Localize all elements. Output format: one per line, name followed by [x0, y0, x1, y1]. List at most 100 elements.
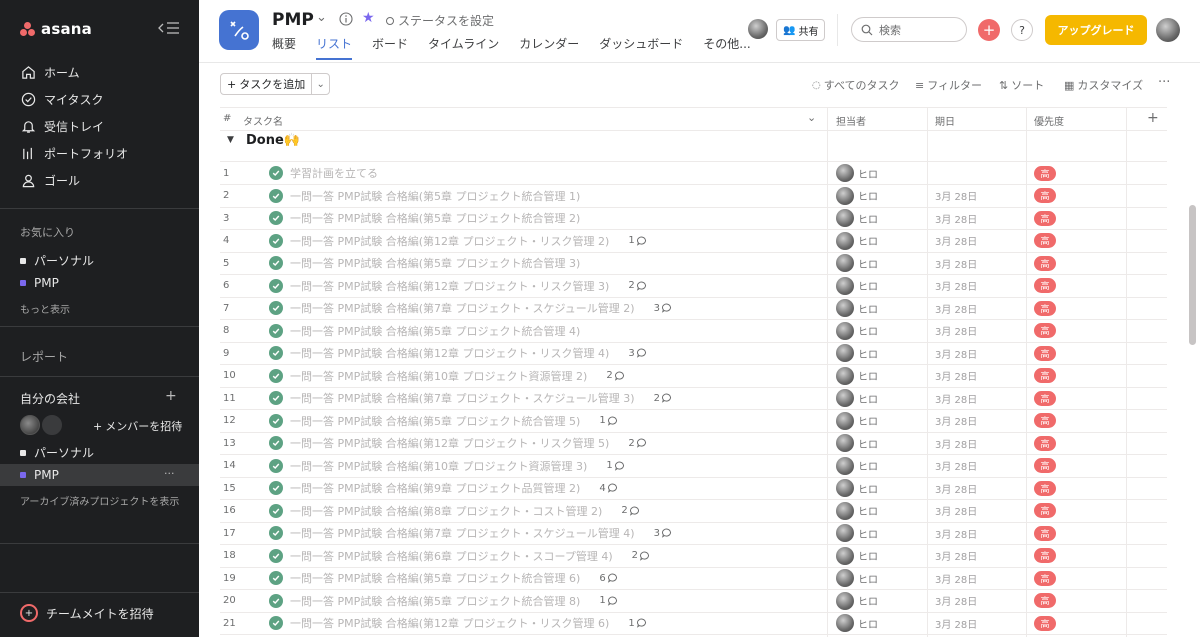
share-button[interactable]: 👥 共有: [776, 19, 826, 41]
priority-cell[interactable]: 高: [1034, 612, 1056, 634]
asana-logo[interactable]: asana: [20, 20, 92, 38]
task-name[interactable]: 一問一答 PMP試験 合格編(第9章 プロジェクト品質管理 2): [290, 480, 580, 496]
comment-count[interactable]: 3: [628, 348, 646, 359]
more-options-icon[interactable]: ···: [1158, 75, 1170, 90]
table-row[interactable]: 9 一問一答 PMP試験 合格編(第12章 プロジェクト・リスク管理 4) 3 ヒロ 3…: [220, 342, 1167, 364]
sidebar-item-goals[interactable]: ゴール: [20, 172, 80, 189]
task-name[interactable]: 一問一答 PMP試験 合格編(第12章 プロジェクト・リスク管理 3): [290, 278, 609, 294]
task-name[interactable]: 学習計画を立てる: [290, 165, 378, 181]
task-name[interactable]: 一問一答 PMP試験 合格編(第10章 プロジェクト資源管理 3): [290, 458, 587, 474]
priority-cell[interactable]: 高: [1034, 230, 1056, 252]
due-date-cell[interactable]: 3月 28日: [935, 545, 977, 567]
assignee-cell[interactable]: ヒロ: [836, 545, 878, 567]
column-header-due-date[interactable]: 期日: [935, 113, 955, 128]
assignee-cell[interactable]: ヒロ: [836, 612, 878, 634]
filter-button[interactable]: ≡ フィルター: [915, 77, 982, 93]
task-name-cell[interactable]: 一問一答 PMP試験 合格編(第7章 プロジェクト・スケジュール管理 3) 2: [269, 387, 672, 409]
assignee-cell[interactable]: ヒロ: [836, 297, 878, 319]
due-date-cell[interactable]: 3月 28日: [935, 320, 977, 342]
table-row[interactable]: 1 学習計画を立てる ヒロ 高: [220, 162, 1167, 184]
assignee-cell[interactable]: ヒロ: [836, 230, 878, 252]
column-header-priority[interactable]: 優先度: [1034, 113, 1064, 128]
comment-count[interactable]: 6: [599, 573, 617, 584]
set-status-button[interactable]: ステータスを設定: [386, 12, 494, 29]
due-date-cell[interactable]: 3月 28日: [935, 207, 977, 229]
table-row[interactable]: 2 一問一答 PMP試験 合格編(第5章 プロジェクト統合管理 1) ヒロ 3月 28…: [220, 185, 1167, 207]
project-options-icon[interactable]: ···: [164, 467, 175, 480]
due-date-cell[interactable]: 3月 28日: [935, 230, 977, 252]
task-name-cell[interactable]: 一問一答 PMP試験 合格編(第5章 プロジェクト統合管理 3): [269, 252, 580, 274]
priority-cell[interactable]: 高: [1034, 320, 1056, 342]
table-row[interactable]: 20 一問一答 PMP試験 合格編(第5章 プロジェクト統合管理 8) 1 ヒロ 3月 …: [220, 590, 1167, 612]
project-title[interactable]: PMP: [272, 10, 314, 30]
priority-cell[interactable]: 高: [1034, 500, 1056, 522]
priority-cell[interactable]: 高: [1034, 297, 1056, 319]
completed-check-icon[interactable]: [269, 211, 283, 225]
priority-cell[interactable]: 高: [1034, 567, 1056, 589]
add-task-button[interactable]: + タスクを追加 ⌄: [220, 73, 331, 95]
sidebar-item-home[interactable]: ホーム: [20, 64, 80, 81]
tab-board[interactable]: ボード: [372, 34, 408, 60]
table-row[interactable]: 8 一問一答 PMP試験 合格編(第5章 プロジェクト統合管理 4) ヒロ 3月 28…: [220, 320, 1167, 342]
table-row[interactable]: 17 一問一答 PMP試験 合格編(第7章 プロジェクト・スケジュール管理 4) 3…: [220, 522, 1167, 544]
task-name-cell[interactable]: 一問一答 PMP試験 合格編(第12章 プロジェクト・リスク管理 5) 2: [269, 432, 647, 454]
table-row[interactable]: 13 一問一答 PMP試験 合格編(第12章 プロジェクト・リスク管理 5) 2 ヒロ…: [220, 432, 1167, 454]
table-row[interactable]: 19 一問一答 PMP試験 合格編(第5章 プロジェクト統合管理 6) 6 ヒロ 3月 …: [220, 567, 1167, 589]
comment-count[interactable]: 1: [606, 460, 624, 471]
assignee-cell[interactable]: ヒロ: [836, 567, 878, 589]
priority-cell[interactable]: 高: [1034, 455, 1056, 477]
assignee-cell[interactable]: ヒロ: [836, 320, 878, 342]
comment-count[interactable]: 2: [606, 370, 624, 381]
sidebar-item-inbox[interactable]: 受信トレイ: [20, 118, 104, 135]
table-row[interactable]: 12 一問一答 PMP試験 合格編(第5章 プロジェクト統合管理 5) 1 ヒロ 3月 …: [220, 410, 1167, 432]
comment-count[interactable]: 1: [628, 235, 646, 246]
table-row[interactable]: 18 一問一答 PMP試験 合格編(第6章 プロジェクト・スコープ管理 4) 2 ヒロ…: [220, 545, 1167, 567]
priority-cell[interactable]: 高: [1034, 410, 1056, 432]
task-name[interactable]: 一問一答 PMP試験 合格編(第12章 プロジェクト・リスク管理 4): [290, 345, 609, 361]
task-name[interactable]: 一問一答 PMP試験 合格編(第12章 プロジェクト・リスク管理 6): [290, 615, 609, 631]
assignee-cell[interactable]: ヒロ: [836, 477, 878, 499]
due-date-cell[interactable]: 3月 28日: [935, 500, 977, 522]
comment-count[interactable]: 4: [599, 483, 617, 494]
team-project-pmp[interactable]: PMP: [20, 468, 59, 482]
task-name[interactable]: 一問一答 PMP試験 合格編(第10章 プロジェクト資源管理 2): [290, 368, 587, 384]
task-name[interactable]: 一問一答 PMP試験 合格編(第5章 プロジェクト統合管理 8): [290, 593, 580, 609]
completed-check-icon[interactable]: [269, 256, 283, 270]
assignee-cell[interactable]: ヒロ: [836, 185, 878, 207]
section-collapse-caret-icon[interactable]: ▼: [227, 135, 234, 145]
due-date-cell[interactable]: 3月 28日: [935, 567, 977, 589]
table-row[interactable]: 16 一問一答 PMP試験 合格編(第8章 プロジェクト・コスト管理 2) 2 ヒロ 3…: [220, 500, 1167, 522]
add-column-button[interactable]: +: [1147, 110, 1159, 126]
invite-teammates-button[interactable]: + チームメイトを招待: [20, 604, 154, 622]
completed-check-icon[interactable]: [269, 413, 283, 428]
task-name-cell[interactable]: 学習計画を立てる: [269, 162, 378, 184]
task-name[interactable]: 一問一答 PMP試験 合格編(第12章 プロジェクト・リスク管理 5): [290, 435, 609, 451]
priority-cell[interactable]: 高: [1034, 342, 1056, 364]
task-name[interactable]: 一問一答 PMP試験 合格編(第5章 プロジェクト統合管理 4): [290, 323, 580, 339]
assignee-cell[interactable]: ヒロ: [836, 455, 878, 477]
table-row[interactable]: 21 一問一答 PMP試験 合格編(第12章 プロジェクト・リスク管理 6) 1 ヒロ…: [220, 612, 1167, 634]
tab-calendar[interactable]: カレンダー: [519, 34, 579, 60]
tab-overview[interactable]: 概要: [272, 34, 296, 60]
sidebar-item-portfolio[interactable]: ポートフォリオ: [20, 145, 128, 162]
add-task-dropdown-chevron-icon[interactable]: ⌄: [311, 74, 329, 94]
completed-check-icon[interactable]: [269, 233, 283, 248]
table-row[interactable]: 4 一問一答 PMP試験 合格編(第12章 プロジェクト・リスク管理 2) 1 ヒロ 3…: [220, 230, 1167, 252]
task-name-cell[interactable]: 一問一答 PMP試験 合格編(第12章 プロジェクト・リスク管理 4) 3: [269, 342, 647, 364]
task-name-cell[interactable]: 一問一答 PMP試験 合格編(第9章 プロジェクト品質管理 2) 4: [269, 477, 618, 499]
due-date-cell[interactable]: 3月 28日: [935, 455, 977, 477]
due-date-cell[interactable]: 3月 28日: [935, 365, 977, 387]
favorites-heading[interactable]: お気に入り: [20, 224, 75, 240]
completed-check-icon[interactable]: [269, 166, 283, 180]
search-input[interactable]: 検索: [851, 17, 967, 42]
add-task-main[interactable]: + タスクを追加: [221, 76, 311, 92]
task-name[interactable]: 一問一答 PMP試験 合格編(第7章 プロジェクト・スケジュール管理 2): [290, 300, 635, 316]
priority-cell[interactable]: 高: [1034, 432, 1056, 454]
user-avatar[interactable]: [1156, 18, 1180, 42]
team-project-personal[interactable]: パーソナル: [20, 444, 94, 461]
task-name-cell[interactable]: 一問一答 PMP試験 合格編(第12章 プロジェクト・リスク管理 2) 1: [269, 230, 647, 252]
collapse-sidebar-icon[interactable]: [158, 20, 180, 38]
task-name-cell[interactable]: 一問一答 PMP試験 合格編(第5章 プロジェクト統合管理 4): [269, 320, 580, 342]
assignee-cell[interactable]: ヒロ: [836, 365, 878, 387]
task-name[interactable]: 一問一答 PMP試験 合格編(第5章 プロジェクト統合管理 6): [290, 570, 580, 586]
